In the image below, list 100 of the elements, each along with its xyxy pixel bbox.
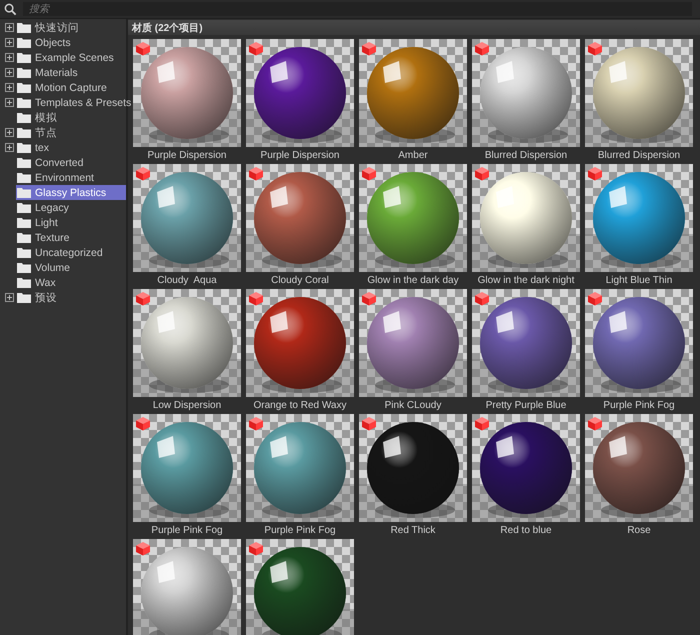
folder-icon [17, 247, 31, 258]
material-name: Amber [398, 150, 428, 161]
material-name: Purple Dispersion [148, 150, 226, 161]
tree-item[interactable]: tex [16, 140, 126, 155]
cube-icon [361, 291, 377, 306]
cube-icon [135, 541, 151, 556]
cube-icon [361, 41, 377, 56]
tree-item[interactable]: Glassy Plastics [16, 185, 126, 200]
cube-icon [587, 41, 603, 56]
material-name: Glow in the dark day [367, 275, 459, 286]
cube-icon [248, 291, 264, 306]
cube-icon [135, 291, 151, 306]
expand-icon[interactable] [5, 293, 14, 302]
tree-label: 模拟 [35, 110, 57, 124]
expand-icon[interactable] [5, 38, 14, 47]
tree-item[interactable]: Motion Capture [16, 80, 126, 95]
expand-icon[interactable] [5, 128, 14, 137]
folder-icon [17, 262, 31, 273]
tree-item[interactable]: Environment [16, 170, 126, 185]
tree-item[interactable]: 预设 [16, 290, 126, 305]
tree-label: 节点 [35, 126, 57, 140]
tree-label: Converted [35, 156, 84, 168]
cube-icon [248, 541, 264, 556]
tree-label: Environment [35, 172, 94, 184]
expand-icon[interactable] [5, 83, 14, 92]
cube-icon [135, 41, 151, 56]
folder-icon [17, 172, 31, 183]
tree-item[interactable]: Volume [16, 260, 126, 275]
panel-title: 材质 (22个项目) [132, 22, 203, 34]
material-name: Purple Pink Fog [264, 525, 336, 536]
tree-item[interactable]: Materials [16, 65, 126, 80]
material-name: Glow in the dark night [478, 275, 574, 286]
material-name: Purple Dispersion [260, 150, 340, 161]
tree-label: 预设 [35, 290, 57, 304]
cube-icon [474, 416, 490, 431]
cube-icon [248, 166, 264, 181]
cube-icon [587, 416, 603, 431]
material-name: Pink CLoudy [384, 400, 442, 411]
tree-label: tex [35, 142, 50, 154]
tree-label: Wax [35, 276, 56, 288]
cube-icon [474, 291, 490, 306]
tree-item[interactable]: Templates & Presets [16, 95, 132, 110]
material-name: Purple Pink Fog [151, 525, 223, 536]
expand-icon[interactable] [5, 23, 14, 32]
expand-icon[interactable] [5, 68, 14, 77]
material-name: Orange to Red Waxy [253, 400, 346, 411]
search-field[interactable]: 搜索 [23, 2, 692, 16]
cube-icon [361, 166, 377, 181]
material-name: Cloudy Aqua [157, 275, 217, 286]
tree-label: Example Scenes [35, 52, 114, 64]
tree-item[interactable]: Uncategorized [16, 245, 126, 260]
folder-icon [17, 97, 31, 108]
tree-item[interactable]: 节点 [16, 125, 126, 140]
folder-icon [17, 52, 31, 63]
tree-label: Legacy [35, 202, 69, 214]
cube-icon [248, 416, 264, 431]
tree-item[interactable]: 快速访问 [16, 20, 126, 35]
folder-icon [17, 82, 31, 93]
tree-label: Volume [35, 262, 70, 274]
folder-icon [17, 142, 31, 153]
folder-icon [17, 112, 31, 123]
material-name: Blurred Dispersion [598, 150, 680, 161]
tree-item[interactable]: Objects [16, 35, 126, 50]
material-name: Purple Pink Fog [603, 400, 675, 411]
folder-icon [17, 127, 31, 138]
folder-icon [17, 217, 31, 228]
cube-icon [587, 291, 603, 306]
tree-item[interactable]: Example Scenes [16, 50, 126, 65]
folder-icon [17, 232, 31, 243]
tree-item[interactable]: Texture [16, 230, 126, 245]
folder-icon [17, 292, 31, 303]
cube-icon [587, 166, 603, 181]
folder-icon [17, 67, 31, 78]
tree-item[interactable]: Legacy [16, 200, 126, 215]
folder-icon [17, 202, 31, 213]
material-name: Pretty Purple Blue [486, 400, 566, 411]
tree-label: Motion Capture [35, 82, 107, 94]
expand-icon[interactable] [5, 53, 14, 62]
tree-item[interactable]: 模拟 [16, 110, 126, 125]
cube-icon [361, 416, 377, 431]
cube-icon [474, 41, 490, 56]
tree-label: Light [35, 216, 58, 228]
cube-icon [135, 166, 151, 181]
folder-icon [17, 157, 31, 168]
tree-item[interactable]: Converted [16, 155, 126, 170]
search-icon [4, 2, 17, 16]
tree-item[interactable]: Wax [16, 275, 126, 290]
material-name: Blurred Dispersion [484, 150, 568, 161]
cube-icon [474, 166, 490, 181]
tree-item[interactable]: Light [16, 215, 126, 230]
expand-icon[interactable] [5, 143, 14, 152]
material-name: Low Dispersion [152, 400, 222, 411]
tree-label: Texture [35, 232, 70, 244]
tree-label: Glassy Plastics [35, 186, 106, 198]
cube-icon [135, 416, 151, 431]
material-name: Rose [627, 525, 651, 536]
expand-icon[interactable] [5, 98, 14, 107]
tree-label: Templates & Presets [35, 96, 132, 108]
tree-label: Uncategorized [35, 246, 103, 258]
cube-icon [248, 41, 264, 56]
